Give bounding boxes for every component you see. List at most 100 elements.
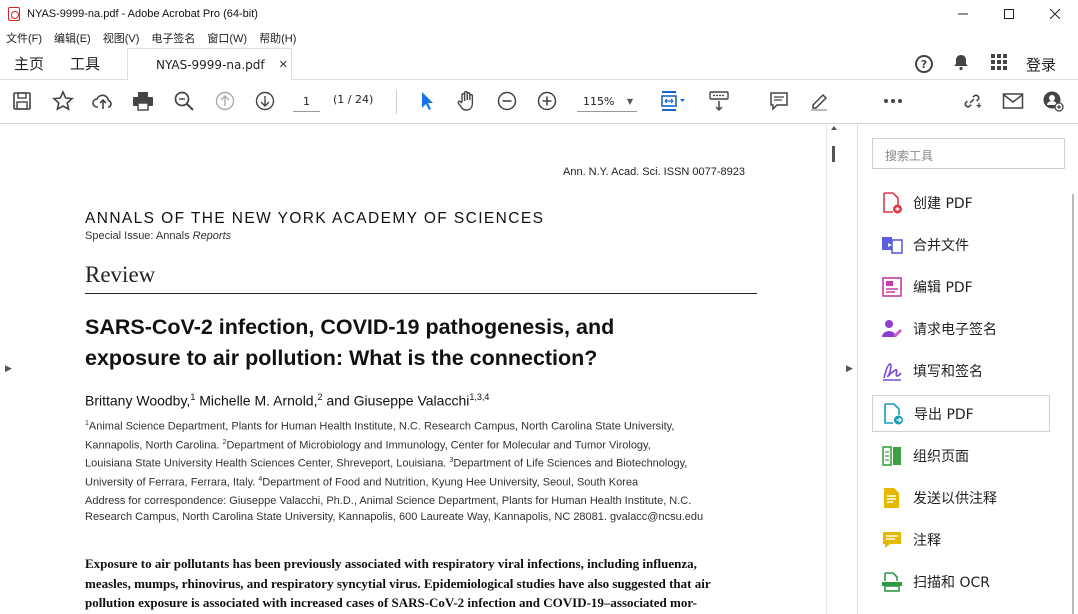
tool-export-pdf[interactable]: 导出 PDF: [872, 395, 1050, 432]
zoom-out-button[interactable]: [496, 90, 518, 112]
special-issue-prefix: Special Issue: Annals: [85, 230, 193, 242]
tool-request-esignature[interactable]: 请求电子签名: [872, 310, 1050, 347]
tool-send-for-comments[interactable]: 发送以供注释: [872, 479, 1050, 516]
select-tool-button[interactable]: [416, 90, 438, 112]
abstract-line: measles, mumps, rhinovirus, and respirat…: [85, 575, 711, 591]
apps-button[interactable]: [990, 53, 1008, 75]
left-panel-expand-icon[interactable]: ▶: [5, 364, 12, 374]
tab-tools[interactable]: 工具: [70, 48, 100, 80]
link-icon: [964, 94, 982, 108]
affiliation-text: University of Ferrara, Ferrara, Italy.: [85, 476, 259, 489]
page-count: (1 / 24): [333, 93, 374, 106]
tool-scan-ocr[interactable]: 扫描和 OCR: [872, 563, 1050, 600]
apps-grid-icon: [990, 54, 1007, 70]
send-for-comments-icon: [881, 487, 903, 509]
minimize-button[interactable]: [940, 0, 986, 28]
login-button[interactable]: 登录: [1026, 54, 1056, 75]
document-viewport[interactable]: ▶ Ann. N.Y. Acad. Sci. ISSN 0077-8923 AN…: [0, 124, 826, 614]
share-link-button[interactable]: [961, 90, 983, 112]
tool-label: 创建 PDF: [913, 195, 973, 212]
edit-pdf-icon: [881, 276, 903, 298]
export-pdf-icon: [882, 402, 904, 425]
affiliation-text: Louisiana State University Health Scienc…: [85, 457, 450, 470]
plus-circle-icon: [537, 91, 557, 111]
comment-bubble-icon: [881, 529, 903, 551]
article-title-line-2: exposure to air pollution: What is the c…: [85, 346, 598, 370]
toolbar-separator: [396, 90, 397, 114]
menu-window[interactable]: 窗口(W): [207, 30, 247, 46]
close-tab-icon[interactable]: ✕: [279, 58, 288, 71]
tool-combine-files[interactable]: 合并文件: [872, 226, 1050, 263]
bookmark-star-button[interactable]: [52, 90, 74, 112]
print-button[interactable]: [132, 90, 154, 112]
main-toolbar: 1 (1 / 24) 115% ▼: [0, 80, 1078, 124]
save-icon: [13, 92, 31, 110]
help-icon: ?: [914, 55, 933, 73]
zoom-level-value: 115%: [583, 95, 615, 108]
printer-icon: [133, 92, 153, 111]
special-issue-italic: Reports: [192, 230, 232, 242]
tools-panel-scrollbar[interactable]: [1072, 194, 1074, 614]
zoom-search-icon: [174, 91, 194, 111]
maximize-button[interactable]: [986, 0, 1032, 28]
tool-label: 合并文件: [913, 237, 969, 254]
scroll-up-arrow-icon[interactable]: [831, 126, 837, 130]
help-button[interactable]: ?: [914, 55, 933, 73]
document-scrollbar[interactable]: [826, 124, 840, 614]
acrobat-logo-icon: [8, 7, 20, 21]
save-button[interactable]: [11, 90, 33, 112]
menu-file[interactable]: 文件(F): [6, 30, 42, 46]
window-title: NYAS-9999-na.pdf - Adobe Acrobat Pro (64…: [27, 8, 258, 20]
abstract-line: pollution exposure is associated with in…: [85, 595, 697, 610]
scroll-mode-button[interactable]: [708, 90, 730, 112]
more-tools-button[interactable]: [882, 90, 904, 112]
email-button[interactable]: [1002, 90, 1024, 112]
document-tab-label: NYAS-9999-na.pdf: [156, 57, 265, 72]
tool-create-pdf[interactable]: 创建 PDF: [872, 184, 1050, 221]
search-tools-input[interactable]: 搜索工具: [872, 138, 1065, 169]
highlight-button[interactable]: [808, 90, 830, 112]
zoom-level-dropdown[interactable]: 115% ▼: [577, 92, 637, 112]
page-fit-button[interactable]: [658, 90, 688, 112]
affiliation-text: Department of Food and Nutrition, Kyung …: [262, 476, 639, 489]
organize-pages-icon: [881, 445, 903, 467]
upload-cloud-button[interactable]: [92, 90, 114, 112]
hand-tool-button[interactable]: [456, 90, 478, 112]
menu-help[interactable]: 帮助(H): [259, 30, 296, 46]
affiliation-line: 1Animal Science Department, Plants for H…: [85, 416, 765, 435]
collapse-panel-icon[interactable]: ▶: [846, 364, 853, 374]
affiliation-text: Department of Microbiology and Immunolog…: [226, 439, 651, 452]
menu-esign[interactable]: 电子签名: [151, 30, 195, 46]
fit-page-icon: [661, 91, 685, 111]
tab-home[interactable]: 主页: [14, 48, 44, 80]
arrow-down-circle-icon: [255, 91, 275, 111]
comment-button[interactable]: [768, 90, 790, 112]
journal-reference: Ann. N.Y. Acad. Sci. ISSN 0077-8923: [563, 166, 746, 178]
tool-fill-and-sign[interactable]: 填写和签名: [872, 352, 1050, 389]
affiliation-text: Department of Life Sciences and Biotechn…: [453, 457, 688, 470]
close-window-button[interactable]: [1032, 0, 1078, 28]
abstract-line: Exposure to air pollutants has been prev…: [85, 556, 697, 571]
minus-circle-icon: [497, 91, 517, 111]
search-zoom-button[interactable]: [173, 90, 195, 112]
author-name: Michelle M. Arnold,: [195, 392, 318, 409]
tab-document[interactable]: NYAS-9999-na.pdf ✕: [127, 48, 292, 81]
notifications-button[interactable]: [952, 53, 970, 75]
pen-highlight-icon: [811, 93, 828, 111]
tool-label: 编辑 PDF: [913, 279, 973, 296]
tool-organize-pages[interactable]: 组织页面: [872, 437, 1050, 474]
menu-edit[interactable]: 编辑(E): [54, 30, 91, 46]
tool-edit-pdf[interactable]: 编辑 PDF: [872, 268, 1050, 305]
tool-label: 填写和签名: [913, 363, 983, 380]
section-heading: Review: [85, 262, 156, 287]
menu-view[interactable]: 视图(V): [103, 30, 140, 46]
page-number-input[interactable]: 1: [293, 92, 320, 112]
zoom-in-button[interactable]: [536, 90, 558, 112]
previous-page-button[interactable]: [214, 90, 236, 112]
next-page-button[interactable]: [254, 90, 276, 112]
tool-comment[interactable]: 注释: [872, 521, 1050, 558]
hand-icon: [457, 91, 474, 111]
journal-name: ANNALS OF THE NEW YORK ACADEMY OF SCIENC…: [85, 210, 545, 227]
account-button[interactable]: [1042, 90, 1064, 112]
scrollbar-thumb[interactable]: [832, 146, 835, 162]
